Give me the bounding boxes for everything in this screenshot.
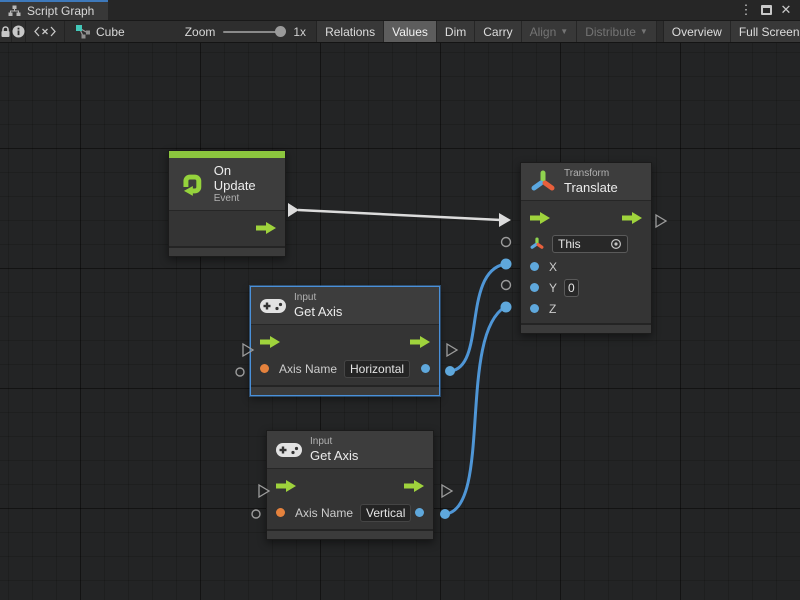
- zoom-value: 1x: [293, 25, 306, 39]
- axis-value-out-port[interactable]: [415, 508, 424, 517]
- gamepad-icon: [260, 297, 286, 314]
- x-input-port[interactable]: [530, 262, 539, 271]
- node-footer: [251, 385, 439, 395]
- full-screen-button[interactable]: Full Screen: [731, 21, 800, 42]
- node-subtitle: Input: [310, 436, 358, 448]
- carry-button[interactable]: Carry: [475, 21, 521, 42]
- toolbar-commands: Relations Values Dim Carry Align▼ Distri…: [316, 21, 800, 42]
- flow-in-port[interactable]: [276, 480, 296, 492]
- y-port-label: Y: [549, 281, 557, 295]
- script-graph-window: Script Graph ⋮ ✕: [0, 0, 800, 600]
- zoom-label: Zoom: [185, 25, 216, 39]
- graph-target-button[interactable]: Cube: [65, 21, 135, 42]
- z-input-port[interactable]: [530, 304, 539, 313]
- transform-icon: [530, 169, 556, 195]
- align-dropdown[interactable]: Align▼: [522, 21, 578, 42]
- maximize-icon[interactable]: [758, 2, 774, 18]
- flow-out-port[interactable]: [622, 212, 642, 224]
- zoom-slider-knob[interactable]: [275, 26, 286, 37]
- tab-label: Script Graph: [27, 4, 94, 18]
- gamepad-icon: [276, 441, 302, 458]
- graph-icon: [8, 5, 21, 17]
- dim-button[interactable]: Dim: [437, 21, 475, 42]
- flow-out-port[interactable]: [404, 480, 424, 492]
- lock-icon: [0, 26, 11, 38]
- info-icon: [12, 25, 25, 38]
- node-footer: [521, 323, 651, 333]
- node-title: Get Axis: [310, 448, 358, 463]
- info-button[interactable]: [12, 21, 26, 42]
- y-value-field[interactable]: 0: [564, 279, 579, 297]
- close-icon[interactable]: ✕: [778, 2, 794, 18]
- node-subtitle: Input: [294, 292, 342, 304]
- axis-value-out-port[interactable]: [421, 364, 430, 373]
- event-color-bar: [169, 151, 285, 158]
- node-subtitle: Event: [214, 193, 276, 205]
- node-subtitle: Transform: [564, 168, 618, 180]
- transform-mini-icon: [530, 237, 544, 251]
- axis-name-port[interactable]: [276, 508, 285, 517]
- code-icon: [34, 26, 56, 37]
- axis-name-field[interactable]: Vertical: [360, 504, 411, 522]
- node-title: Translate: [564, 180, 618, 195]
- x-port-label: X: [549, 260, 557, 274]
- lock-button[interactable]: [0, 21, 12, 42]
- zoom-control: Zoom 1x: [175, 21, 316, 42]
- flow-in-port[interactable]: [260, 336, 280, 348]
- window-menu-icon[interactable]: ⋮: [738, 2, 754, 18]
- tab-bar: Script Graph ⋮ ✕: [0, 0, 800, 21]
- axis-name-label: Axis Name: [295, 506, 353, 520]
- graph-target-label: Cube: [96, 25, 125, 39]
- overview-button[interactable]: Overview: [663, 21, 731, 42]
- axis-name-field[interactable]: Horizontal: [344, 360, 410, 378]
- node-get-axis-vertical[interactable]: Input Get Axis Axis Name Vertical: [266, 430, 434, 540]
- y-input-port[interactable]: [530, 283, 539, 292]
- flow-in-port[interactable]: [530, 212, 550, 224]
- object-picker-icon[interactable]: [610, 238, 622, 250]
- flow-out-port[interactable]: [410, 336, 430, 348]
- z-port-label: Z: [549, 302, 556, 316]
- node-title: On Update: [214, 163, 276, 193]
- on-update-icon: [178, 170, 206, 198]
- graph-target-icon: [75, 24, 91, 39]
- flow-out-port[interactable]: [256, 222, 276, 234]
- tab-script-graph[interactable]: Script Graph: [0, 0, 108, 20]
- distribute-dropdown[interactable]: Distribute▼: [577, 21, 657, 42]
- node-on-update[interactable]: On Update Event: [168, 150, 286, 257]
- axis-name-port[interactable]: [260, 364, 269, 373]
- chevron-down-icon: ▼: [640, 28, 648, 36]
- graph-toolbar: Cube Zoom 1x Relations Values Dim Carry …: [0, 21, 800, 43]
- window-controls: ⋮ ✕: [738, 0, 800, 20]
- node-get-axis-horizontal[interactable]: Input Get Axis Axis Name Horizontal: [250, 286, 440, 396]
- node-footer: [267, 529, 433, 539]
- relations-button[interactable]: Relations: [317, 21, 384, 42]
- preview-code-button[interactable]: [26, 21, 65, 42]
- node-title: Get Axis: [294, 304, 342, 319]
- axis-name-label: Axis Name: [279, 362, 337, 376]
- values-button[interactable]: Values: [384, 21, 437, 42]
- chevron-down-icon: ▼: [560, 28, 568, 36]
- this-object-field[interactable]: This: [552, 235, 628, 253]
- node-translate[interactable]: Transform Translate This: [520, 162, 652, 334]
- node-footer: [169, 246, 285, 256]
- zoom-slider[interactable]: [223, 31, 285, 33]
